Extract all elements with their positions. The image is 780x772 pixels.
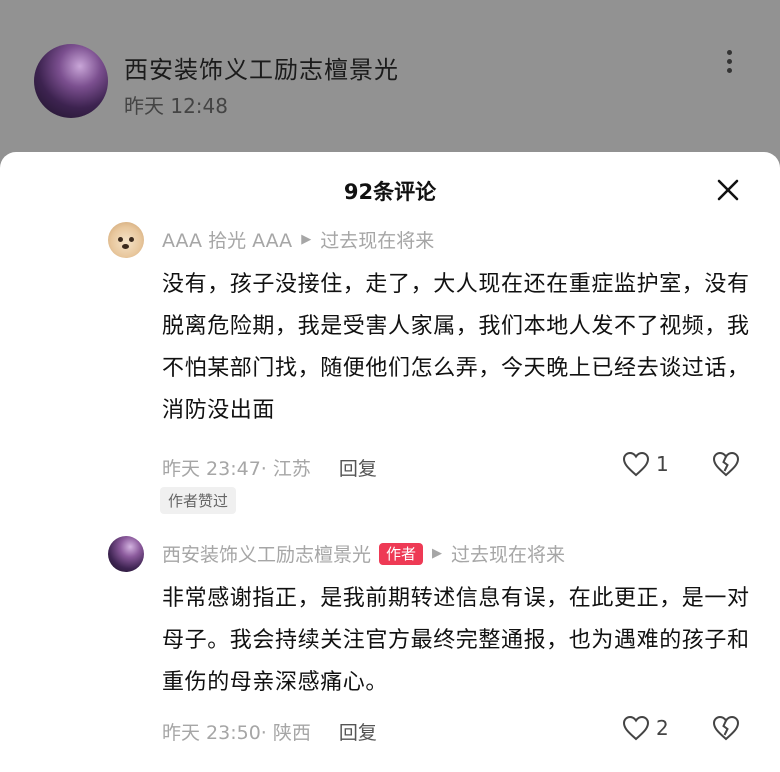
post-author-name[interactable]: 西安装饰义工励志檀景光 (124, 50, 399, 85)
comment-footer: 昨天 23:47· 江苏 回复 (162, 454, 377, 481)
more-vertical-icon[interactable] (722, 50, 736, 80)
author-liked-tag: 作者赞过 (160, 487, 237, 514)
avatar[interactable] (108, 222, 144, 258)
reply-arrow-icon: ▶ (301, 232, 312, 247)
comment-time-location: 昨天 23:50· 陕西 (162, 722, 311, 744)
reply-button[interactable]: 回复 (339, 458, 377, 480)
comment-meta: AAA 拾光 AAA ▶ 过去现在将来 (162, 226, 434, 253)
post-author-avatar[interactable] (34, 44, 108, 118)
avatar[interactable] (108, 536, 144, 572)
comment-username[interactable]: 西安装饰义工励志檀景光 (162, 540, 371, 567)
close-icon[interactable] (712, 174, 744, 206)
comment-footer: 昨天 23:50· 陕西 回复 (162, 718, 377, 745)
like-count: 2 (656, 716, 669, 740)
comments-count-title: 92条评论 (343, 180, 437, 204)
comment-text: 没有，孩子没接住，走了，大人现在还在重症监护室，没有脱离危险期，我是受害人家属，… (162, 272, 750, 423)
heart-icon[interactable] (622, 451, 650, 477)
comment-text: 非常感谢指正，是我前期转述信息有误，在此更正，是一对母子。我会持续关注官方最终完… (162, 586, 750, 695)
comment-username[interactable]: AAA 拾光 AAA (162, 226, 292, 253)
reply-arrow-icon: ▶ (432, 546, 443, 561)
reply-to-username[interactable]: 过去现在将来 (320, 226, 434, 253)
reply-to-username[interactable]: 过去现在将来 (451, 540, 565, 567)
broken-heart-icon[interactable] (712, 715, 740, 741)
post-time: 昨天 12:48 (124, 94, 228, 118)
broken-heart-icon[interactable] (712, 451, 740, 477)
author-badge: 作者 (379, 542, 424, 565)
comment-meta: 西安装饰义工励志檀景光 作者 ▶ 过去现在将来 (162, 540, 565, 567)
reply-button[interactable]: 回复 (339, 722, 377, 744)
like-count: 1 (656, 452, 669, 476)
comments-sheet: 92条评论 AAA 拾光 AAA ▶ 过去现在将来 没有，孩子没接住，走了，大人… (0, 152, 780, 772)
heart-icon[interactable] (622, 715, 650, 741)
comment-time-location: 昨天 23:47· 江苏 (162, 458, 311, 480)
